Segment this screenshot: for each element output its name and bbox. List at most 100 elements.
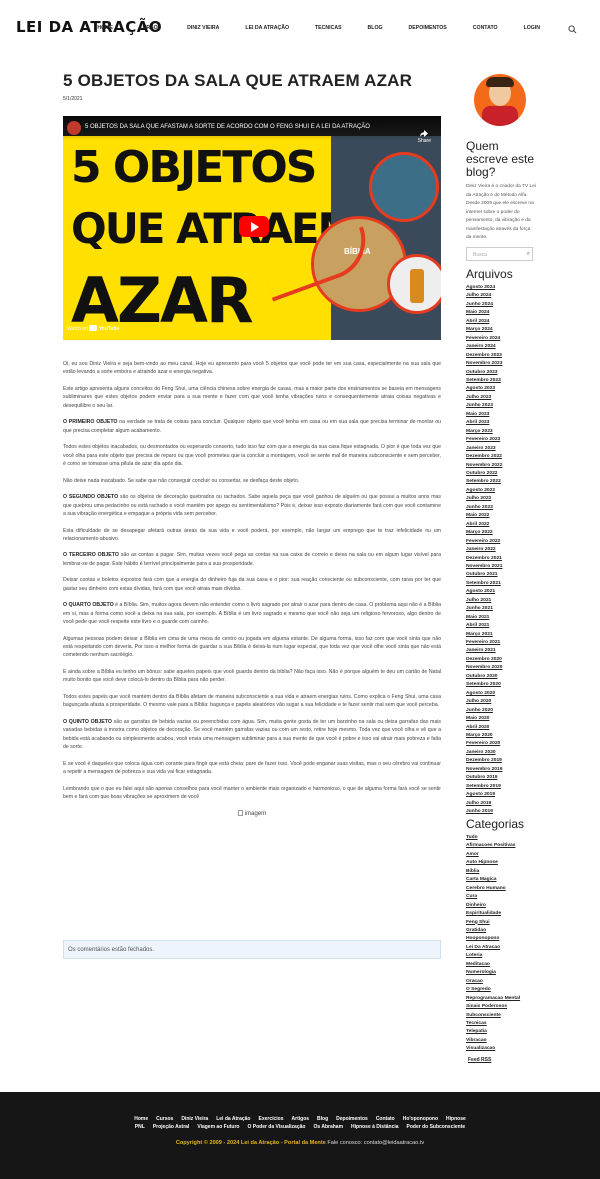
- footer-link[interactable]: Contato: [376, 1116, 395, 1122]
- archive-link[interactable]: Julho 2023: [466, 394, 546, 402]
- category-link[interactable]: Telepatia: [466, 1028, 546, 1036]
- category-link[interactable]: Visualizacao: [466, 1045, 546, 1053]
- archive-link[interactable]: Junho 2022: [466, 504, 546, 512]
- archive-link[interactable]: Julho 2022: [466, 495, 546, 503]
- archive-link[interactable]: Abril 2020: [466, 724, 546, 732]
- feed-rss-link[interactable]: Feed RSS: [468, 1057, 491, 1063]
- archive-link[interactable]: Dezembro 2019: [466, 757, 546, 765]
- search-icon[interactable]: [568, 25, 577, 34]
- archive-link[interactable]: Dezembro 2021: [466, 555, 546, 563]
- archive-link[interactable]: Maio 2024: [466, 309, 546, 317]
- video-title[interactable]: 5 OBJETOS DA SALA QUE AFASTAM A SORTE DE…: [85, 124, 370, 130]
- category-link[interactable]: Tudo: [466, 834, 546, 842]
- nav-item-tecnicas[interactable]: TECNICAS: [315, 25, 342, 31]
- archive-link[interactable]: Julho 2024: [466, 292, 546, 300]
- archive-link[interactable]: Julho 2019: [466, 800, 546, 808]
- nav-item-home[interactable]: HOME: [97, 25, 113, 31]
- footer-link[interactable]: Lei da Atração: [216, 1116, 250, 1122]
- archive-link[interactable]: Dezembro 2023: [466, 352, 546, 360]
- archive-link[interactable]: Março 2023: [466, 428, 546, 436]
- archive-link[interactable]: Agosto 2021: [466, 588, 546, 596]
- archive-link[interactable]: Março 2020: [466, 732, 546, 740]
- archive-link[interactable]: Setembro 2021: [466, 580, 546, 588]
- archive-link[interactable]: Dezembro 2022: [466, 453, 546, 461]
- category-link[interactable]: Cura: [466, 893, 546, 901]
- archive-link[interactable]: Janeiro 2023: [466, 445, 546, 453]
- category-link[interactable]: Subconsciente: [466, 1012, 546, 1020]
- archive-link[interactable]: Abril 2023: [466, 419, 546, 427]
- footer-link[interactable]: Blog: [317, 1116, 328, 1122]
- category-link[interactable]: Tecnicas: [466, 1020, 546, 1028]
- archive-link[interactable]: Agosto 2023: [466, 385, 546, 393]
- archive-link[interactable]: Outubro 2019: [466, 774, 546, 782]
- search-input[interactable]: Busca ⌕: [466, 247, 533, 261]
- watch-on-youtube[interactable]: Watch on YouTube: [67, 325, 119, 332]
- archive-link[interactable]: Novembro 2023: [466, 360, 546, 368]
- archive-link[interactable]: Outubro 2022: [466, 470, 546, 478]
- archive-link[interactable]: Setembro 2023: [466, 377, 546, 385]
- archive-link[interactable]: Janeiro 2021: [466, 647, 546, 655]
- footer-link[interactable]: Poder do Subconsciente: [407, 1124, 466, 1130]
- footer-link[interactable]: Projeção Astral: [153, 1124, 190, 1130]
- archive-link[interactable]: Junho 2024: [466, 301, 546, 309]
- archive-link[interactable]: Junho 2019: [466, 808, 546, 816]
- search-icon[interactable]: ⌕: [527, 251, 530, 258]
- archive-link[interactable]: Dezembro 2020: [466, 656, 546, 664]
- archive-link[interactable]: Setembro 2020: [466, 681, 546, 689]
- archive-link[interactable]: Outubro 2023: [466, 369, 546, 377]
- nav-item-cursos[interactable]: CURSOS: [139, 25, 161, 31]
- category-link[interactable]: Espiritualidade: [466, 910, 546, 918]
- category-link[interactable]: Oracao: [466, 978, 546, 986]
- category-link[interactable]: Hooponopono: [466, 935, 546, 943]
- archive-link[interactable]: Agosto 2022: [466, 487, 546, 495]
- archive-link[interactable]: Outubro 2020: [466, 673, 546, 681]
- archive-link[interactable]: Outubro 2021: [466, 571, 546, 579]
- nav-item-blog[interactable]: BLOG: [368, 25, 383, 31]
- category-link[interactable]: Bíblia: [466, 868, 546, 876]
- archive-link[interactable]: Julho 2020: [466, 698, 546, 706]
- nav-item-lei-da-atra-o[interactable]: LEI DA ATRAÇÃO: [245, 25, 289, 31]
- category-link[interactable]: Meditacao: [466, 961, 546, 969]
- footer-link[interactable]: Depoimentos: [336, 1116, 368, 1122]
- archive-link[interactable]: Abril 2021: [466, 622, 546, 630]
- archive-link[interactable]: Janeiro 2020: [466, 749, 546, 757]
- nav-item-diniz-vieira[interactable]: DINIZ VIEIRA: [187, 25, 219, 31]
- footer-link[interactable]: Hipnose à Distância: [351, 1124, 399, 1130]
- category-link[interactable]: Lei Da Atracao: [466, 944, 546, 952]
- archive-link[interactable]: Novembro 2021: [466, 563, 546, 571]
- play-button[interactable]: [239, 216, 269, 237]
- archive-link[interactable]: Novembro 2019: [466, 766, 546, 774]
- archive-link[interactable]: Fevereiro 2021: [466, 639, 546, 647]
- video-embed[interactable]: 5 OBJETOS QUE ATRAEM AZAR BÍBLIA 5 OBJET…: [63, 116, 441, 340]
- archive-link[interactable]: Setembro 2019: [466, 783, 546, 791]
- archive-link[interactable]: Março 2024: [466, 326, 546, 334]
- footer-link[interactable]: Hipnose: [446, 1116, 466, 1122]
- category-link[interactable]: Vibracao: [466, 1037, 546, 1045]
- category-link[interactable]: Numerologia: [466, 969, 546, 977]
- category-link[interactable]: Gratidao: [466, 927, 546, 935]
- category-link[interactable]: Feng Shui: [466, 919, 546, 927]
- footer-link[interactable]: Cursos: [156, 1116, 173, 1122]
- archive-link[interactable]: Novembro 2020: [466, 664, 546, 672]
- nav-item-depoimentos[interactable]: DEPOIMENTOS: [409, 25, 447, 31]
- footer-link[interactable]: PNL: [135, 1124, 145, 1130]
- channel-avatar[interactable]: [67, 121, 81, 135]
- archive-link[interactable]: Maio 2022: [466, 512, 546, 520]
- archive-link[interactable]: Maio 2020: [466, 715, 546, 723]
- archive-link[interactable]: Junho 2021: [466, 605, 546, 613]
- archive-link[interactable]: Maio 2023: [466, 411, 546, 419]
- contact-text[interactable]: Fale conosco: contato@leidaatracao.tv: [327, 1140, 424, 1146]
- footer-link[interactable]: Viagem ao Futuro: [197, 1124, 239, 1130]
- archive-link[interactable]: Janeiro 2022: [466, 546, 546, 554]
- footer-link[interactable]: Artigos: [292, 1116, 310, 1122]
- footer-link[interactable]: Diniz Vieira: [181, 1116, 208, 1122]
- archive-link[interactable]: Abril 2024: [466, 318, 546, 326]
- nav-item-contato[interactable]: CONTATO: [473, 25, 498, 31]
- footer-link[interactable]: Ho'oponopono: [403, 1116, 438, 1122]
- archive-link[interactable]: Junho 2023: [466, 402, 546, 410]
- archive-link[interactable]: Abril 2022: [466, 521, 546, 529]
- category-link[interactable]: O Segredo: [466, 986, 546, 994]
- archive-link[interactable]: Maio 2021: [466, 614, 546, 622]
- archive-link[interactable]: Janeiro 2024: [466, 343, 546, 351]
- category-link[interactable]: Reprogramacao Mental: [466, 995, 546, 1003]
